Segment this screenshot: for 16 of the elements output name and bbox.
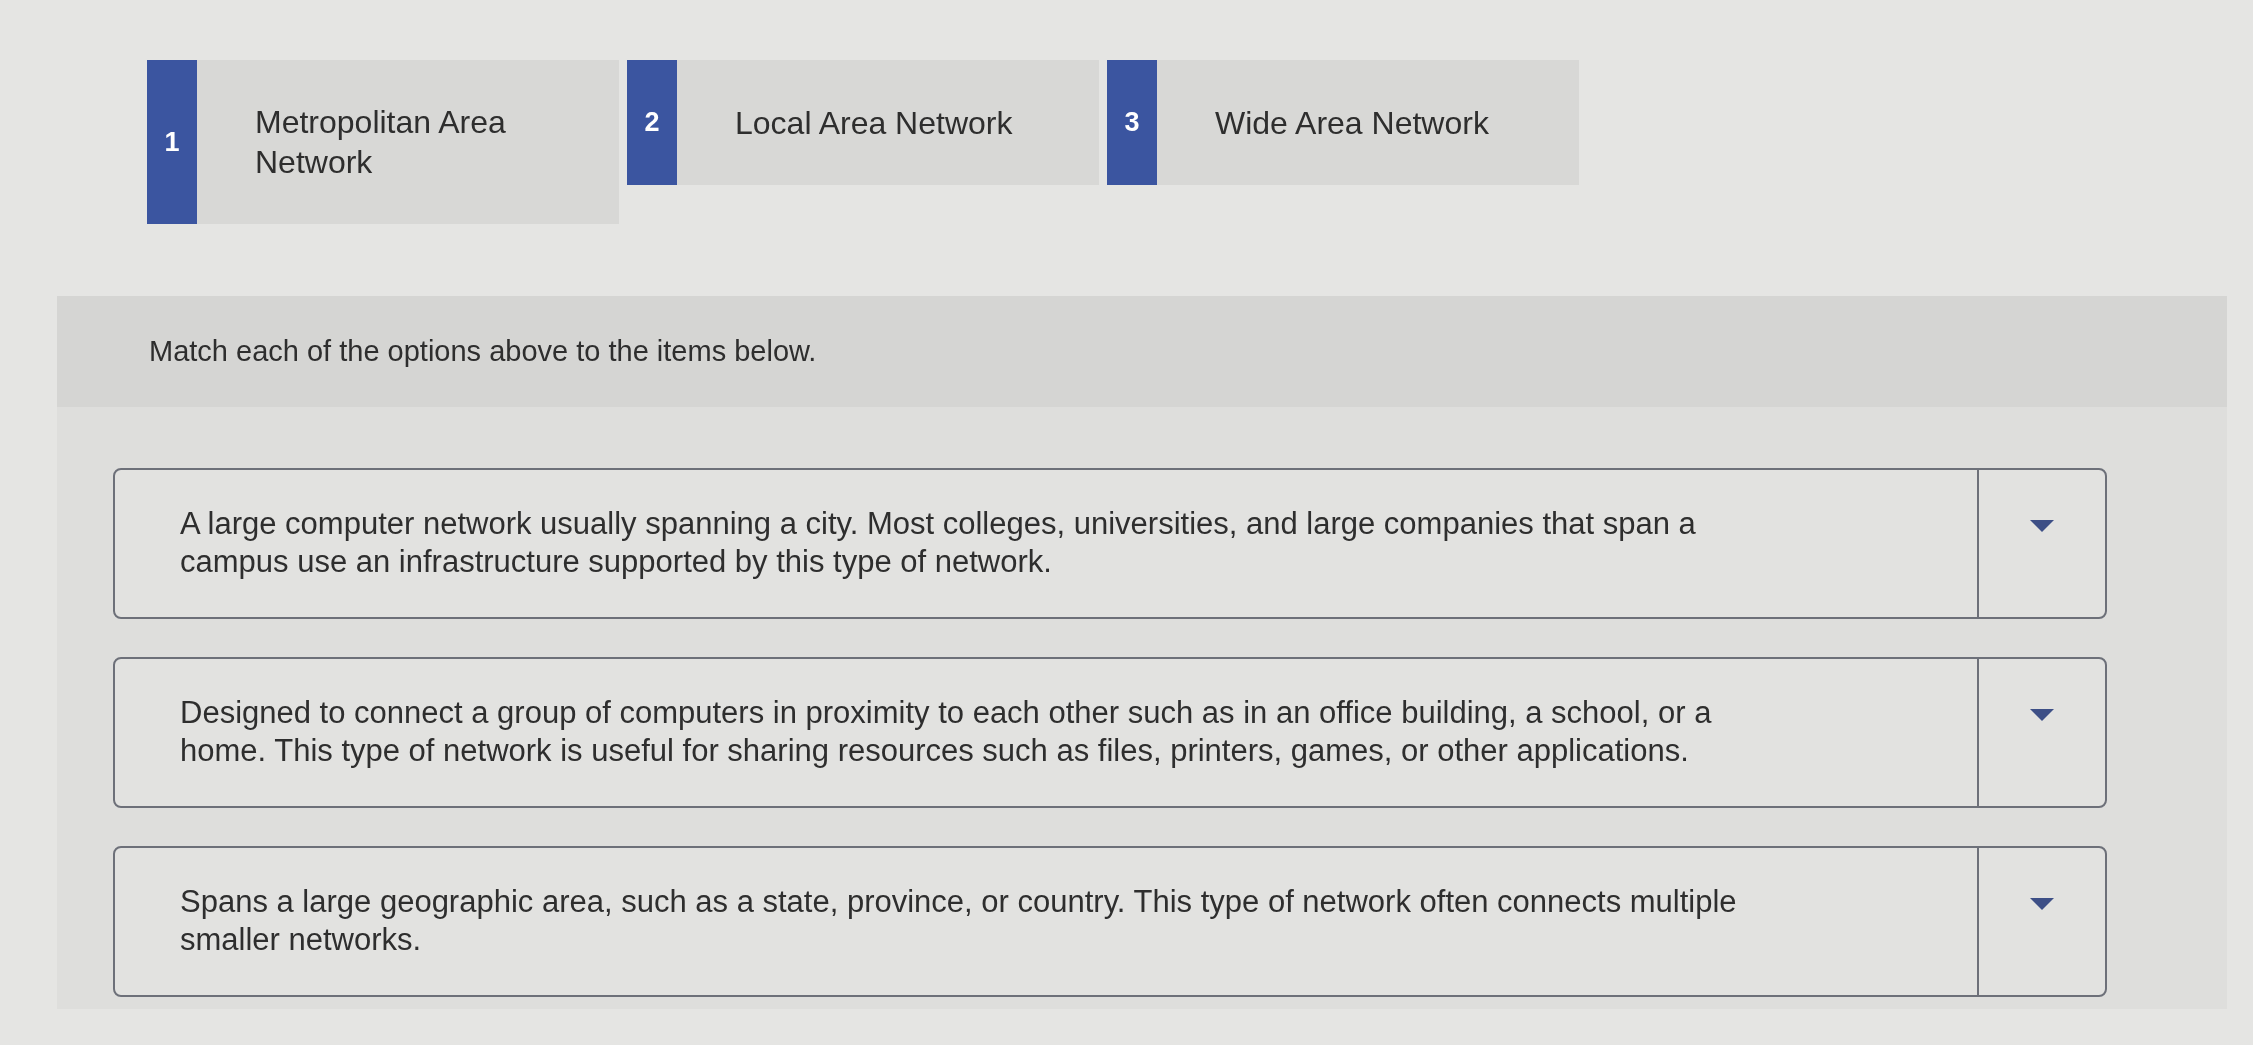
- option-label: Local Area Network: [735, 103, 1013, 143]
- option-tile[interactable]: 2 Local Area Network: [627, 60, 1099, 185]
- prompt-text: A large computer network usually spanning a city. Most colleges, universities, and large companies that span a campus use an infrastructure supported by this type of network.: [180, 506, 1696, 579]
- prompt-text: Designed to connect a group of computers in proximity to each other such as in an office building, a school, or a home. This type of network is useful for sharing resources such as files, printers, games, or other applications.: [180, 695, 1712, 768]
- number-badge: 1: [147, 60, 197, 224]
- option-tile[interactable]: 3 Wide Area Network: [1107, 60, 1579, 185]
- option-label: Wide Area Network: [1215, 103, 1489, 143]
- number-badge: 3: [1107, 60, 1157, 185]
- number-badge: 2: [627, 60, 677, 185]
- caret-icon: [2030, 709, 2054, 721]
- caret-icon: [2030, 898, 2054, 910]
- option-tile[interactable]: 1 Metropolitan Area Network: [147, 60, 619, 224]
- prompt-text: Spans a large geographic area, such as a state, province, or country. This type of network often connects multiple smaller networks.: [180, 884, 1737, 957]
- instruction-text: Match each of the options above to the items below.: [149, 333, 817, 369]
- caret-icon: [2030, 520, 2054, 532]
- option-label: Metropolitan Area Network: [255, 103, 507, 182]
